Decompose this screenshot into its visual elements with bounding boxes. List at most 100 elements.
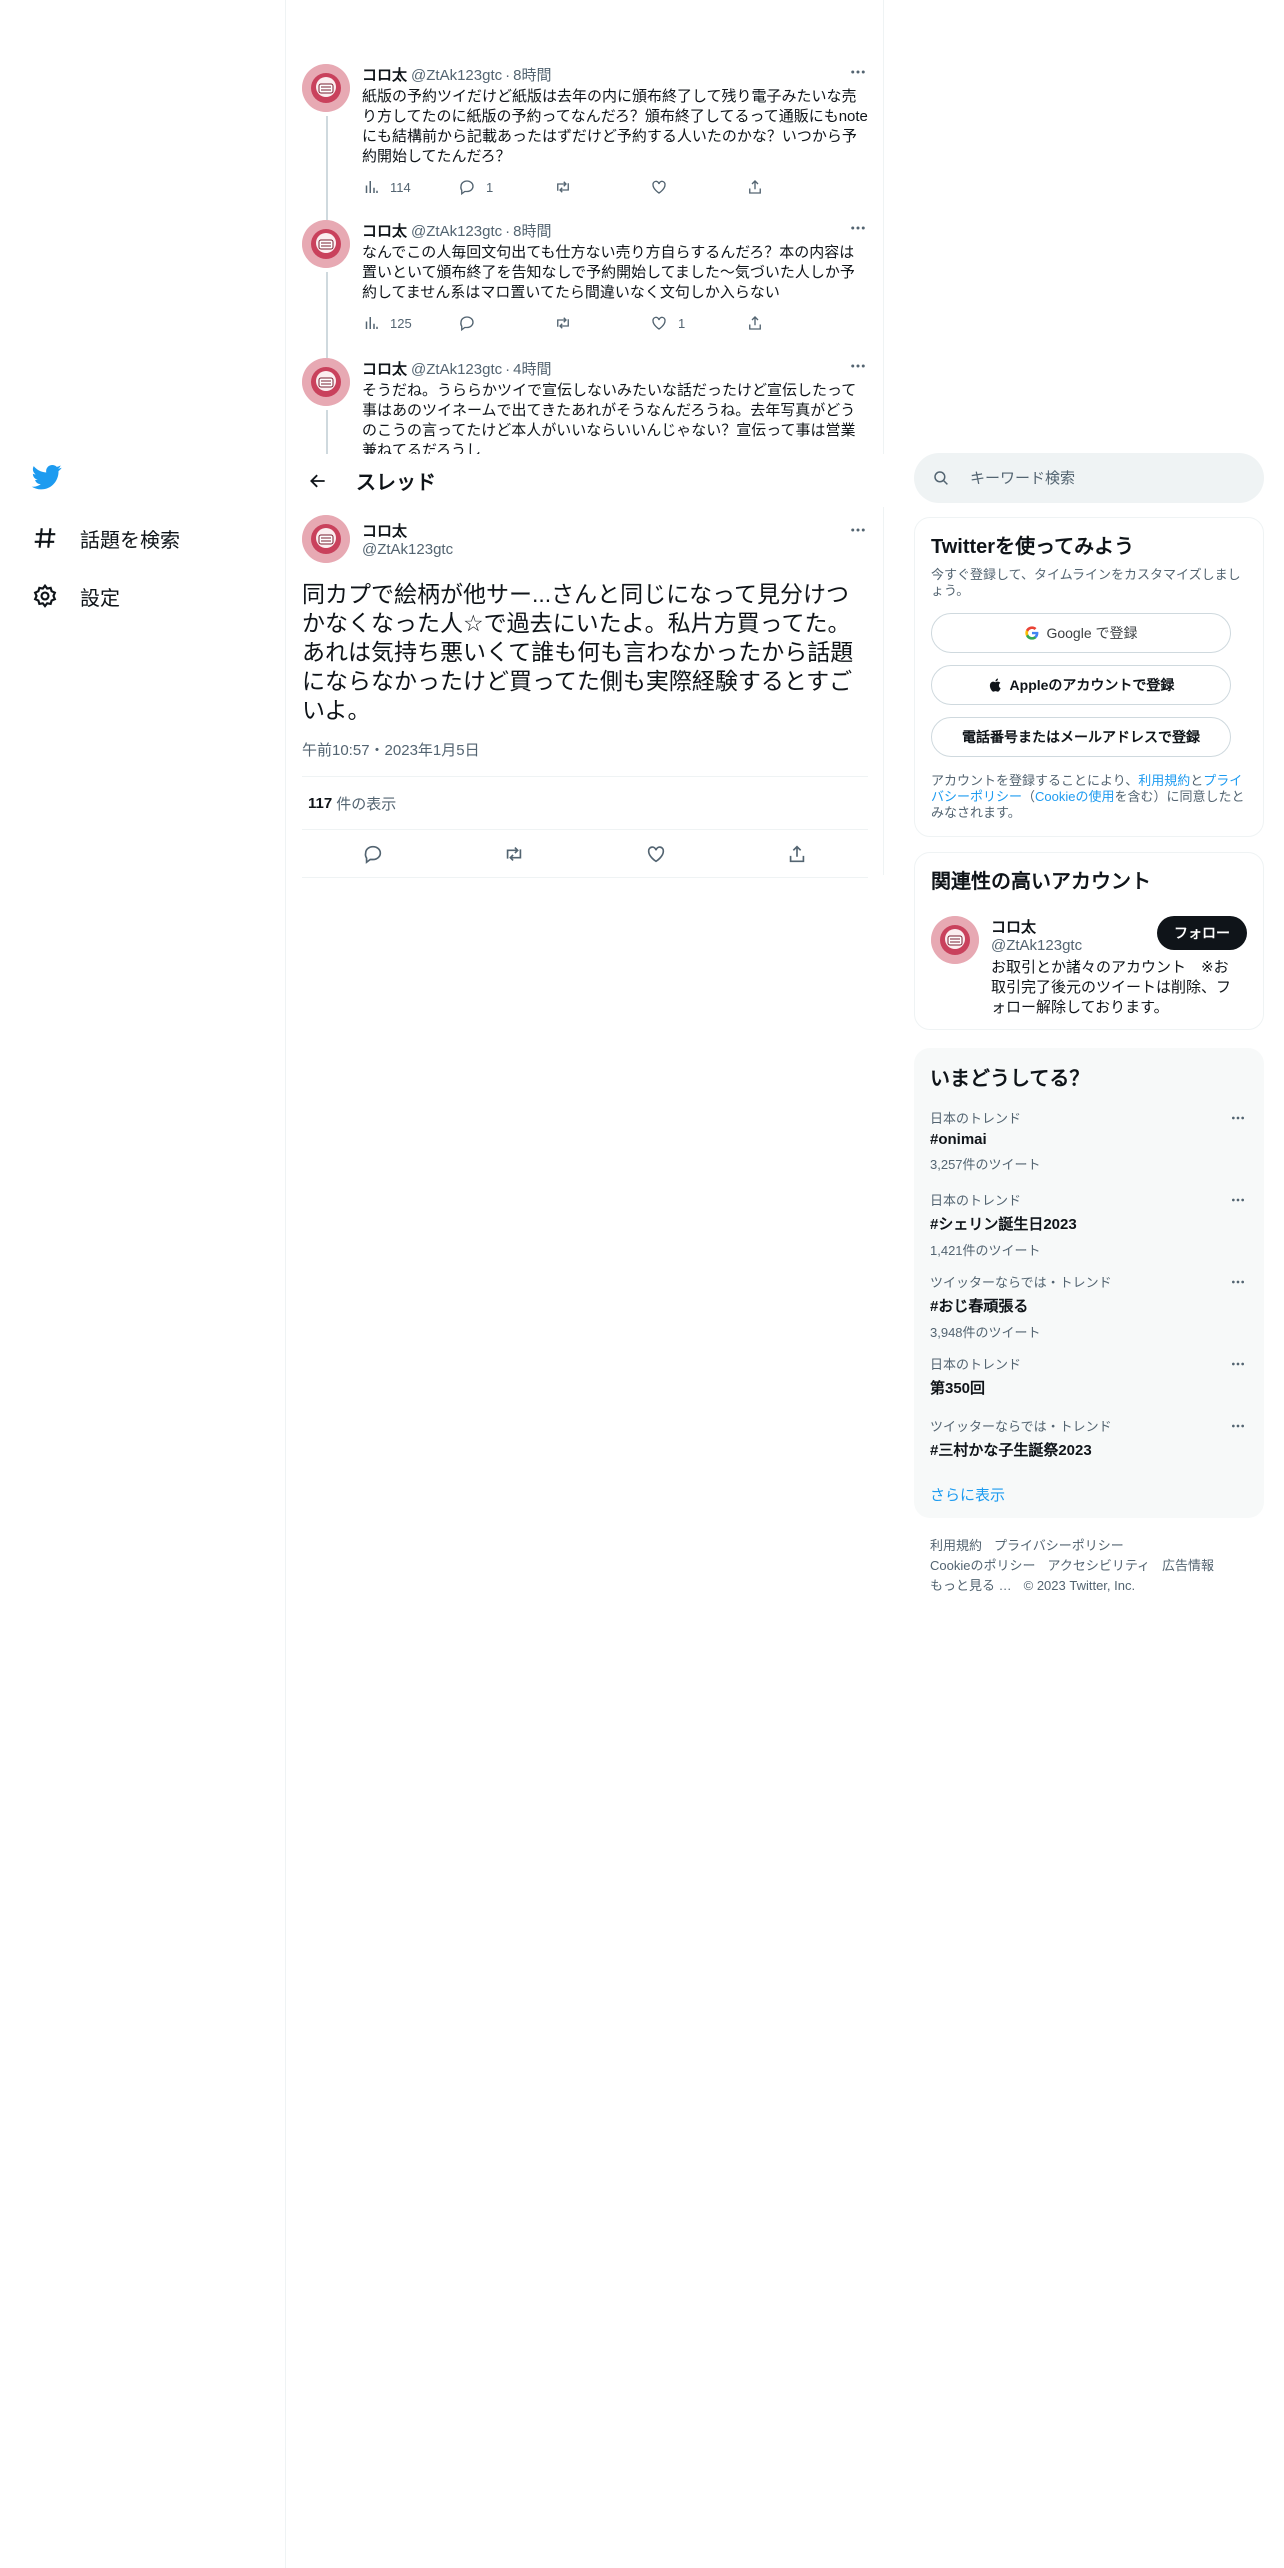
trend-item[interactable]: 日本のトレンド #onimai 3,257件のツイート xyxy=(930,1108,1248,1173)
views-action[interactable]: 114 xyxy=(362,178,458,196)
more-options-icon[interactable] xyxy=(1228,1416,1248,1436)
trend-item[interactable]: ツイッターならでは・トレンド #三村かな子生誕祭2023 xyxy=(930,1416,1248,1460)
reply-action[interactable] xyxy=(458,314,554,332)
more-options-icon[interactable] xyxy=(1228,1190,1248,1210)
reply-action[interactable]: 1 xyxy=(458,178,554,196)
trend-item[interactable]: ツイッターならでは・トレンド #おじ春頑張る 3,948件のツイート xyxy=(930,1272,1248,1341)
show-more-link[interactable]: さらに表示 xyxy=(930,1484,1005,1505)
thread-connector xyxy=(326,334,328,358)
username[interactable]: @ZtAk123gtc xyxy=(362,541,453,558)
thread-connector xyxy=(326,116,328,200)
google-signup-button[interactable]: Google で登録 xyxy=(931,613,1231,653)
like-action[interactable]: 1 xyxy=(650,314,746,332)
retweet-action[interactable] xyxy=(554,314,650,332)
avatar[interactable] xyxy=(931,916,979,964)
footer-link[interactable]: アクセシビリティ xyxy=(1047,1558,1150,1573)
follow-button[interactable]: フォロー xyxy=(1157,916,1247,950)
tweet-item[interactable]: コロ太 @ZtAk123gtc · 8時間 紙版の予約ツイだけど紙版は去年の内に… xyxy=(286,44,884,200)
reply-icon[interactable] xyxy=(362,843,384,865)
previous-tweets: コロ太 @ZtAk123gtc · 8時間 紙版の予約ツイだけど紙版は去年の内に… xyxy=(286,44,884,454)
views-label: 件の表示 xyxy=(336,795,397,813)
twitter-logo-icon[interactable] xyxy=(30,462,64,492)
like-action[interactable] xyxy=(650,178,746,196)
avatar[interactable] xyxy=(302,64,350,112)
more-options-icon[interactable] xyxy=(848,356,868,376)
search-box[interactable] xyxy=(914,453,1264,503)
username[interactable]: @ZtAk123gtc xyxy=(411,223,502,240)
tweet-header: コロ太 @ZtAk123gtc · 4時間 xyxy=(362,358,868,379)
retweet-action[interactable] xyxy=(554,178,650,196)
nav-explore[interactable]: 話題を検索 xyxy=(30,518,180,558)
trend-context: 日本のトレンド xyxy=(930,1111,1022,1126)
trend-item[interactable]: 日本のトレンド 第350回 xyxy=(930,1354,1248,1398)
tweet-time[interactable]: 8時間 xyxy=(513,64,551,85)
avatar[interactable] xyxy=(302,220,350,268)
tweet-item[interactable]: コロ太 @ZtAk123gtc · 4時間 そうだね。うららかツイで宣伝しないみ… xyxy=(286,334,884,454)
share-action[interactable] xyxy=(746,314,842,332)
phone-email-signup-button[interactable]: 電話番号またはメールアドレスで登録 xyxy=(931,717,1231,757)
footer-more-link[interactable]: もっと見る … xyxy=(930,1578,1012,1593)
thread-connector xyxy=(326,196,328,220)
account-bio: お取引とか諸々のアカウント ※お取引完了後元のツイートは削除、フォロー解除してお… xyxy=(991,959,1232,1016)
username[interactable]: @ZtAk123gtc xyxy=(411,67,502,84)
display-name[interactable]: コロ太 xyxy=(362,520,453,541)
copyright: © 2023 Twitter, Inc. xyxy=(1023,1578,1136,1593)
tweet-item[interactable]: コロ太 @ZtAk123gtc · 8時間 なんでこの人毎回文句出ても仕方ない売… xyxy=(286,196,884,340)
views-action[interactable]: 125 xyxy=(362,314,458,332)
signup-subtitle: 今すぐ登録して、タイムラインをカスタマイズしましょう。 xyxy=(931,567,1241,598)
tweet-text: 紙版の予約ツイだけど紙版は去年の内に頒布終了して残り電子みたいな売り方してたのに… xyxy=(362,88,868,165)
more-options-icon[interactable] xyxy=(848,520,868,540)
more-options-icon[interactable] xyxy=(1228,1354,1248,1374)
page-title: スレッド xyxy=(356,472,436,494)
retweet-icon[interactable] xyxy=(503,843,525,865)
nav-settings[interactable]: 設定 xyxy=(30,576,120,616)
related-title: 関連性の高いアカウント xyxy=(931,871,1151,893)
views-count: 117 xyxy=(308,794,333,812)
trend-name: 第350回 xyxy=(930,1380,986,1397)
tweet-actions: 114 1 xyxy=(362,177,868,197)
reply-icon xyxy=(460,180,474,196)
heart-icon[interactable] xyxy=(645,843,667,865)
views-count: 114 xyxy=(390,179,411,195)
related-account[interactable]: コロ太 @ZtAk123gtc お取引とか諸々のアカウント ※お取引完了後元のツ… xyxy=(931,916,1247,1018)
footer-link[interactable]: 利用規約 xyxy=(930,1538,982,1553)
terms-link[interactable]: 利用規約 xyxy=(1138,773,1190,788)
tweet-text: 同カプで絵柄が他サー...さんと同じになって見分けつかなくなった人☆で過去にいた… xyxy=(302,581,854,723)
thread-header: スレッド xyxy=(286,454,884,507)
footer: 利用規約 プライバシーポリシー Cookieのポリシー アクセシビリティ 広告情報 も… xyxy=(930,1536,1250,1596)
apple-signup-button[interactable]: Appleのアカウントで登録 xyxy=(931,665,1231,705)
more-options-icon[interactable] xyxy=(848,218,868,238)
trend-item[interactable]: 日本のトレンド #シェリン誕生日2023 1,421件のツイート xyxy=(930,1190,1248,1259)
username[interactable]: @ZtAk123gtc xyxy=(411,361,502,378)
avatar[interactable] xyxy=(302,358,350,406)
signup-card: Twitterを使ってみよう 今すぐ登録して、タイムラインをカスタマイズしましょ… xyxy=(914,517,1264,837)
footer-link[interactable]: Cookieのポリシー xyxy=(930,1558,1035,1573)
tweet-actions: 125 1 xyxy=(362,313,868,333)
hashtag-icon xyxy=(30,523,60,553)
footer-link[interactable]: プライバシーポリシー xyxy=(994,1538,1124,1553)
display-name[interactable]: コロ太 xyxy=(362,220,407,241)
heart-icon xyxy=(652,180,666,194)
tweet-time[interactable]: 8時間 xyxy=(513,220,551,241)
apple-icon xyxy=(989,678,1001,692)
display-name[interactable]: コロ太 xyxy=(362,64,407,85)
trend-context: 日本のトレンド xyxy=(930,1193,1022,1208)
more-options-icon[interactable] xyxy=(848,62,868,82)
reply-icon xyxy=(460,316,474,332)
share-icon[interactable] xyxy=(786,843,808,865)
avatar[interactable] xyxy=(302,515,350,563)
tweet-text: そうだね。うららかツイで宣伝しないみたいな話だったけど宣伝したって事はあのツイネ… xyxy=(362,382,857,454)
search-input[interactable] xyxy=(970,469,1250,487)
footer-link[interactable]: 広告情報 xyxy=(1162,1558,1214,1573)
share-action[interactable] xyxy=(746,178,842,196)
back-arrow-icon[interactable] xyxy=(300,463,336,499)
cookie-link[interactable]: Cookieの使用 xyxy=(1035,789,1114,804)
display-name[interactable]: コロ太 xyxy=(362,358,407,379)
tweet-time[interactable]: 4時間 xyxy=(513,358,551,379)
tweet-timestamp[interactable]: 午前10:57・2023年1月5日 xyxy=(302,739,868,760)
gear-icon xyxy=(30,581,60,611)
trends-title: いまどうしてる？ xyxy=(930,1068,1090,1090)
signup-legal-text: アカウントを登録することにより、利用規約とプライバシーポリシー（Cookieの使… xyxy=(931,773,1245,820)
more-options-icon[interactable] xyxy=(1228,1108,1248,1128)
more-options-icon[interactable] xyxy=(1228,1272,1248,1292)
